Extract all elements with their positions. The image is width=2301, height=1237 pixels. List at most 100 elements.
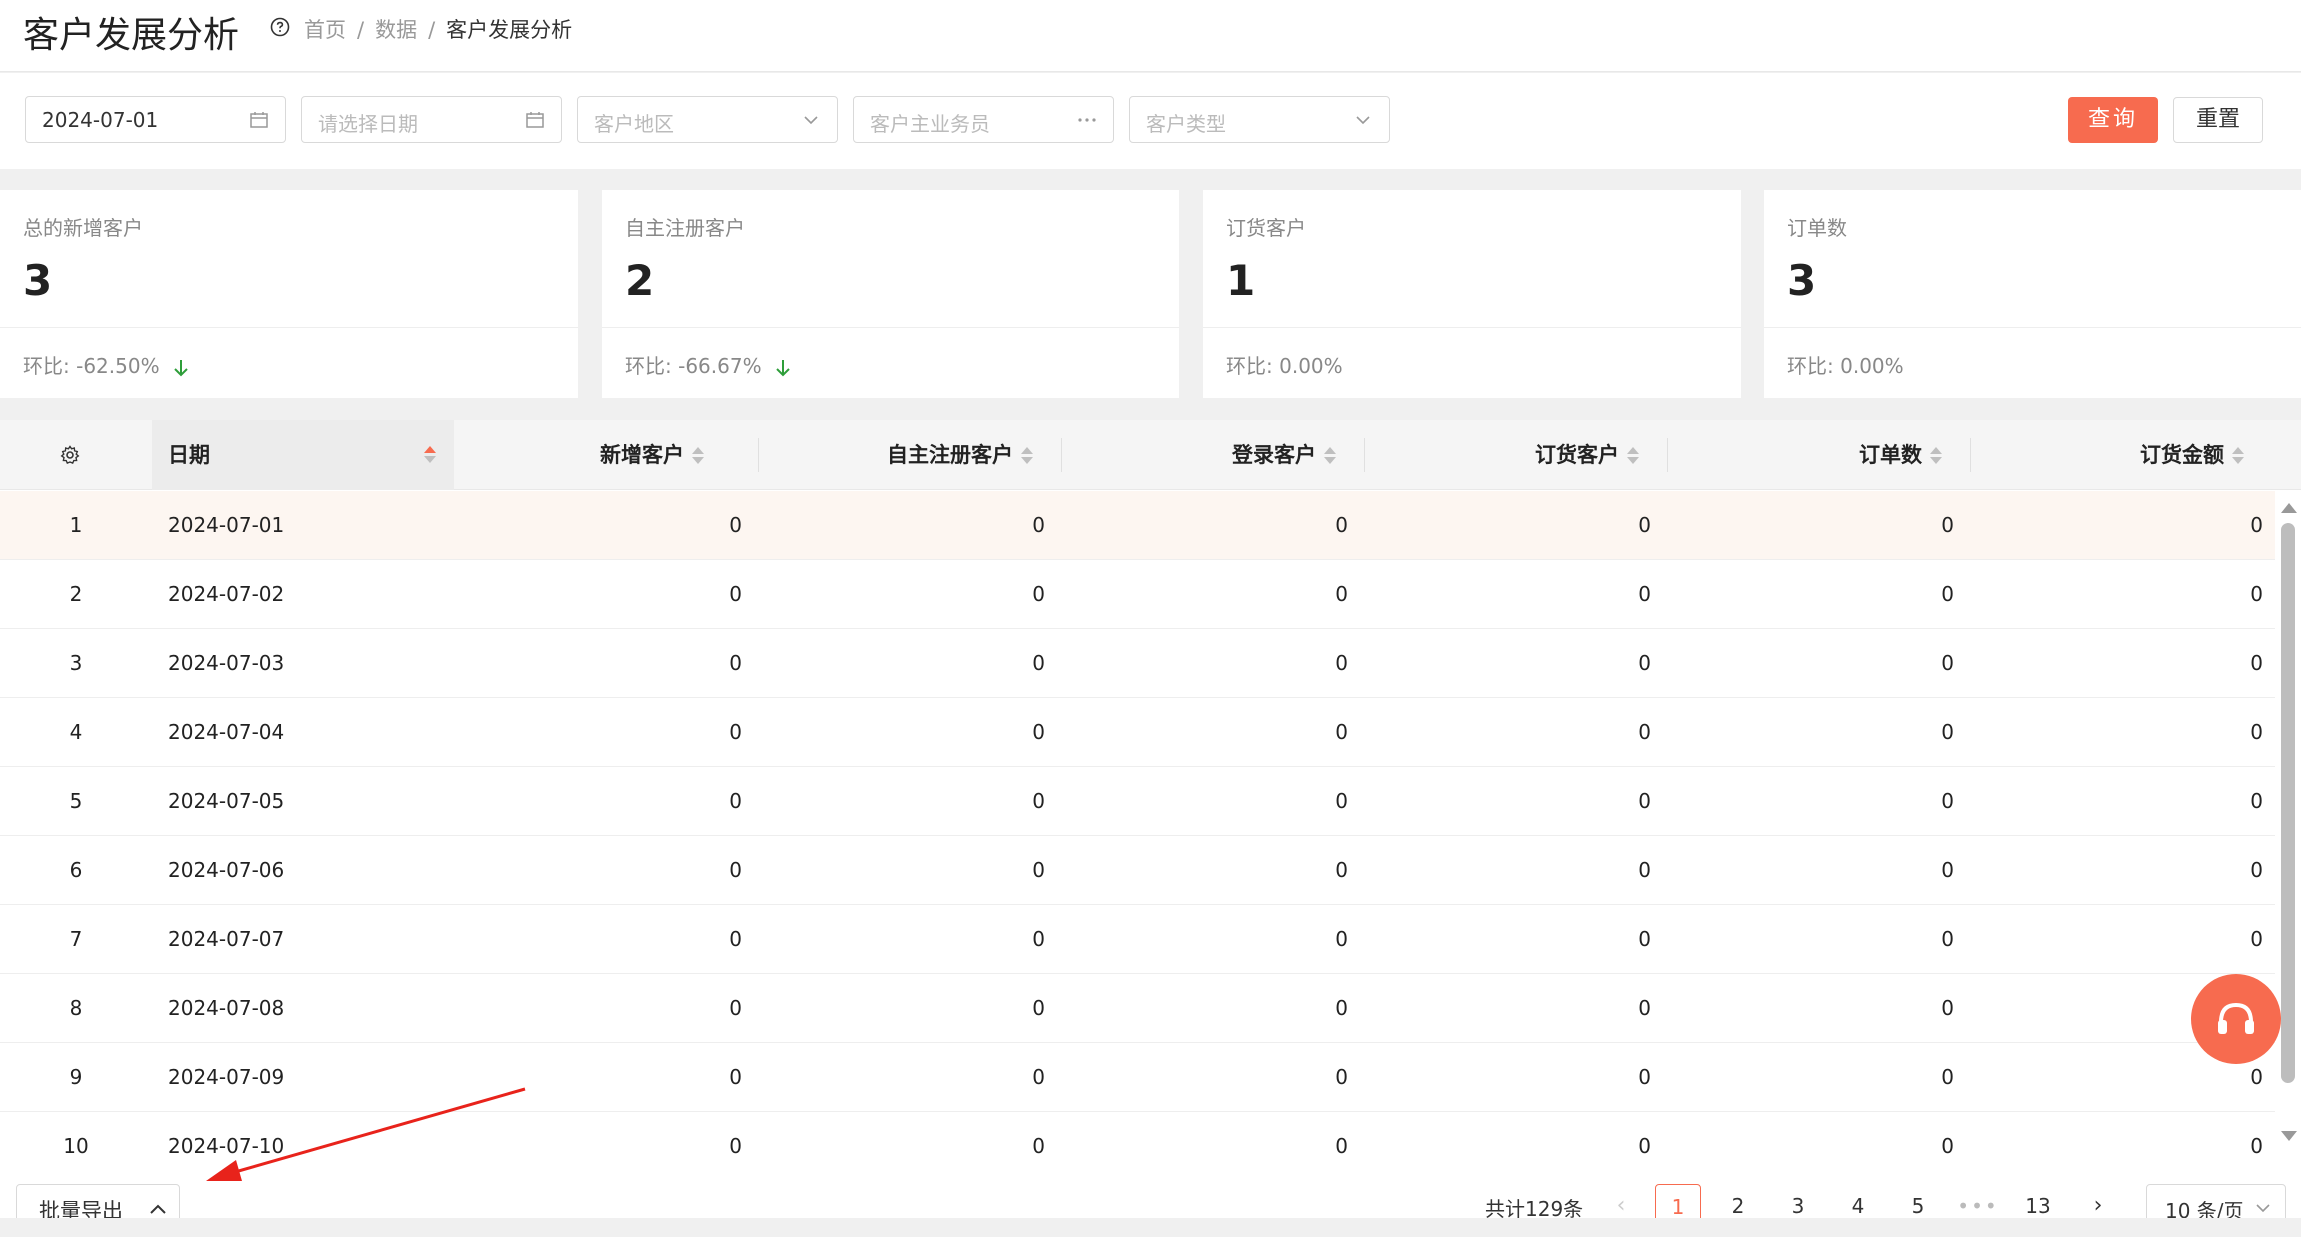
card-divider xyxy=(602,327,1179,328)
salesman-select[interactable]: 客户主业务员 xyxy=(853,96,1114,143)
stat-mom: 环比: 0.00% xyxy=(1226,354,1343,378)
th-ordering-customers[interactable]: 订货客户 xyxy=(1535,420,1639,490)
stat-mom-value: -66.67% xyxy=(678,354,762,378)
th-order-amount[interactable]: 订货金额 xyxy=(2140,420,2244,490)
row-index: 3 xyxy=(69,651,83,675)
cell-date: 2024-07-02 xyxy=(168,582,285,606)
table-scrollbar[interactable] xyxy=(2275,491,2301,1151)
scroll-down-icon[interactable] xyxy=(2281,1131,2297,1141)
column-separator xyxy=(758,438,759,472)
sort-icon[interactable] xyxy=(2232,446,2244,466)
cell-value: 0 xyxy=(729,927,742,951)
cell-value: 0 xyxy=(1335,858,1348,882)
cell-value: 0 xyxy=(729,651,742,675)
cell-value: 0 xyxy=(1638,720,1651,744)
cell-value: 0 xyxy=(2250,582,2263,606)
cell-date: 2024-07-04 xyxy=(168,720,285,744)
chevron-down-icon xyxy=(1356,116,1370,125)
cell-date: 2024-07-03 xyxy=(168,651,285,675)
query-button[interactable]: 查询 xyxy=(2068,97,2158,143)
table-header: 日期 新增客户 自主注册客户 登录客户 订货客户 订单数 订货金额 xyxy=(0,420,2301,490)
cell-date: 2024-07-01 xyxy=(168,513,285,537)
sort-icon[interactable] xyxy=(1627,446,1639,466)
stat-mom: 环比: -66.67% xyxy=(625,350,792,379)
stat-value: 2 xyxy=(625,256,655,305)
end-date-picker[interactable]: 请选择日期 xyxy=(301,96,562,143)
table-row[interactable]: 4 2024-07-04 0 0 0 0 0 0 xyxy=(0,698,2275,767)
cell-value: 0 xyxy=(2250,651,2263,675)
table-row[interactable]: 1 2024-07-01 0 0 0 0 0 0 xyxy=(0,491,2275,560)
table-row[interactable]: 9 2024-07-09 0 0 0 0 0 0 xyxy=(0,1043,2275,1112)
page-title: 客户发展分析 xyxy=(23,15,240,56)
table-row[interactable]: 3 2024-07-03 0 0 0 0 0 0 xyxy=(0,629,2275,698)
table-row[interactable]: 7 2024-07-07 0 0 0 0 0 0 xyxy=(0,905,2275,974)
table-row[interactable]: 6 2024-07-06 0 0 0 0 0 0 xyxy=(0,836,2275,905)
stat-mom: 环比: 0.00% xyxy=(1787,354,1904,378)
scroll-up-icon[interactable] xyxy=(2281,503,2297,513)
stat-label: 订单数 xyxy=(1787,216,1847,240)
cell-value: 0 xyxy=(1941,858,1954,882)
customer-support-button[interactable] xyxy=(2191,974,2281,1064)
cell-value: 0 xyxy=(1335,789,1348,813)
cell-value: 0 xyxy=(1941,513,1954,537)
th-self-registered[interactable]: 自主注册客户 xyxy=(887,420,1033,490)
cell-value: 0 xyxy=(1032,720,1045,744)
cell-value: 0 xyxy=(1638,927,1651,951)
th-login-customers[interactable]: 登录客户 xyxy=(1232,420,1336,490)
stat-card-self-registered: 自主注册客户 2 环比: -66.67% xyxy=(602,190,1179,398)
cell-value: 0 xyxy=(1032,1065,1045,1089)
reset-button[interactable]: 重置 xyxy=(2173,97,2263,143)
th-new-customers[interactable]: 新增客户 xyxy=(600,420,704,490)
cell-value: 0 xyxy=(1941,582,1954,606)
customer-type-placeholder: 客户类型 xyxy=(1146,112,1226,136)
page-header: 客户发展分析 首页 / 数据 / 客户发展分析 xyxy=(0,0,2301,72)
cell-value: 0 xyxy=(1638,858,1651,882)
stat-card-new-customers: 总的新增客户 3 环比: -62.50% xyxy=(0,190,578,398)
column-separator xyxy=(1364,438,1365,472)
chevron-up-icon xyxy=(150,1204,166,1214)
th-date[interactable]: 日期 xyxy=(152,420,454,490)
filter-bar: 2024-07-01 请选择日期 客户地区 客户主业务员 客户类型 查询 重置 xyxy=(0,73,2301,169)
cell-value: 0 xyxy=(1335,582,1348,606)
cell-value: 0 xyxy=(1941,789,1954,813)
cell-value: 0 xyxy=(1032,789,1045,813)
sort-icon[interactable] xyxy=(692,446,704,466)
scroll-thumb[interactable] xyxy=(2281,523,2295,1083)
cell-value: 0 xyxy=(2250,720,2263,744)
th-orders[interactable]: 订单数 xyxy=(1859,420,1942,490)
chevron-down-icon xyxy=(804,116,818,125)
start-date-picker[interactable]: 2024-07-01 xyxy=(25,96,286,143)
cell-value: 0 xyxy=(1032,858,1045,882)
stat-label: 总的新增客户 xyxy=(23,216,143,240)
region-select[interactable]: 客户地区 xyxy=(577,96,838,143)
stat-label: 自主注册客户 xyxy=(625,216,745,240)
cell-value: 0 xyxy=(1335,1065,1348,1089)
sort-icon[interactable] xyxy=(1930,446,1942,466)
cell-value: 0 xyxy=(1941,720,1954,744)
breadcrumb-data[interactable]: 数据 xyxy=(375,18,417,42)
table-row[interactable]: 82024-07-08000000 xyxy=(0,974,2275,1043)
sort-icon[interactable] xyxy=(1021,446,1033,466)
stat-card-orders: 订单数 3 环比: 0.00% xyxy=(1764,190,2301,398)
customer-type-select[interactable]: 客户类型 xyxy=(1129,96,1390,143)
arrow-down-icon xyxy=(775,359,790,376)
cell-value: 0 xyxy=(729,858,742,882)
gear-icon[interactable] xyxy=(60,445,80,465)
breadcrumb: 首页 / 数据 / 客户发展分析 xyxy=(304,18,573,42)
table-row[interactable]: 5 2024-07-05 0 0 0 0 0 0 xyxy=(0,767,2275,836)
question-circle-icon[interactable] xyxy=(270,17,290,37)
sort-icon[interactable] xyxy=(1324,446,1336,466)
chevron-down-icon xyxy=(2256,1204,2270,1213)
row-index: 5 xyxy=(69,789,83,813)
stat-mom-value: -62.50% xyxy=(76,354,160,378)
sort-icon[interactable] xyxy=(424,445,436,465)
row-index: 6 xyxy=(69,858,83,882)
cell-value: 0 xyxy=(1941,1065,1954,1089)
calendar-icon xyxy=(526,112,544,128)
cell-date: 2024-07-05 xyxy=(168,789,285,813)
breadcrumb-home[interactable]: 首页 xyxy=(304,18,346,42)
card-divider xyxy=(1764,327,2301,328)
cell-value: 0 xyxy=(1638,789,1651,813)
cell-value: 0 xyxy=(2250,858,2263,882)
table-row[interactable]: 2 2024-07-02 0 0 0 0 0 0 xyxy=(0,560,2275,629)
